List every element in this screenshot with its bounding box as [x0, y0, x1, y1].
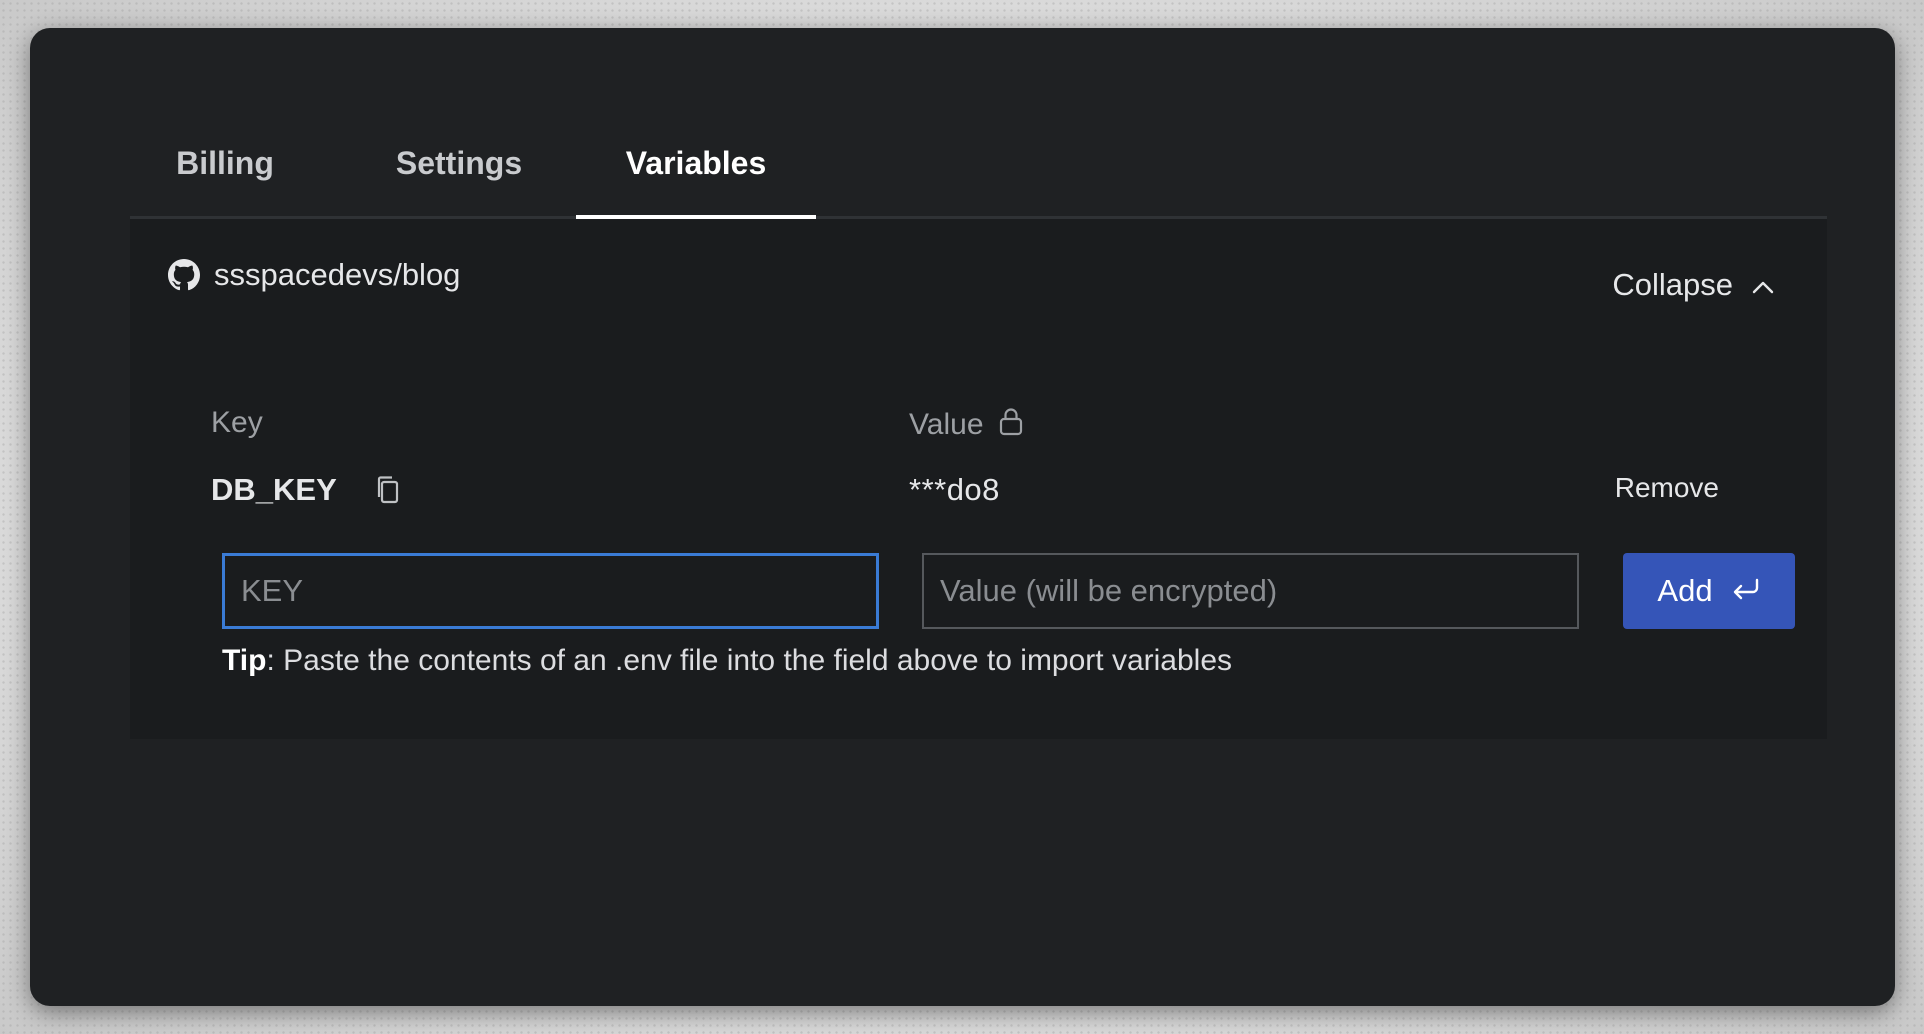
- repo-header: ssspacedevs/blog: [168, 257, 460, 293]
- variable-value: ***do8: [909, 472, 1000, 507]
- collapse-label: Collapse: [1612, 267, 1733, 302]
- tab-settings[interactable]: Settings: [384, 110, 534, 216]
- key-column-label: Key: [211, 406, 263, 439]
- repo-name: ssspacedevs/blog: [214, 257, 461, 292]
- tab-variables[interactable]: Variables: [576, 110, 816, 219]
- tip-text: Tip: Paste the contents of an .env file …: [222, 644, 1232, 678]
- github-icon: [168, 259, 200, 291]
- key-column-header: Key: [211, 406, 263, 440]
- chevron-up-icon: [1751, 267, 1775, 303]
- variable-row-key: DB_KEY: [211, 472, 401, 508]
- collapse-button[interactable]: Collapse: [1612, 267, 1775, 303]
- tab-billing[interactable]: Billing: [170, 110, 280, 216]
- enter-return-icon: [1731, 573, 1761, 609]
- add-variable-button[interactable]: Add: [1623, 553, 1795, 629]
- copy-icon[interactable]: [375, 475, 401, 505]
- value-column-label: Value: [909, 408, 984, 441]
- add-label: Add: [1657, 573, 1713, 608]
- remove-variable-button[interactable]: Remove: [1615, 472, 1719, 504]
- key-input[interactable]: [222, 553, 879, 629]
- value-column-header: Value: [909, 406, 1024, 444]
- tip-label: Tip: [222, 644, 267, 677]
- lock-icon: [998, 406, 1024, 444]
- variables-panel: ssspacedevs/blog Collapse Key Value DB_K…: [130, 219, 1827, 739]
- variable-key: DB_KEY: [211, 472, 337, 507]
- tab-bar: Billing Settings Variables: [130, 110, 1827, 219]
- value-input[interactable]: [922, 553, 1579, 629]
- tip-message: : Paste the contents of an .env file int…: [266, 644, 1233, 677]
- settings-window: Billing Settings Variables ssspacedevs/b…: [30, 28, 1895, 1006]
